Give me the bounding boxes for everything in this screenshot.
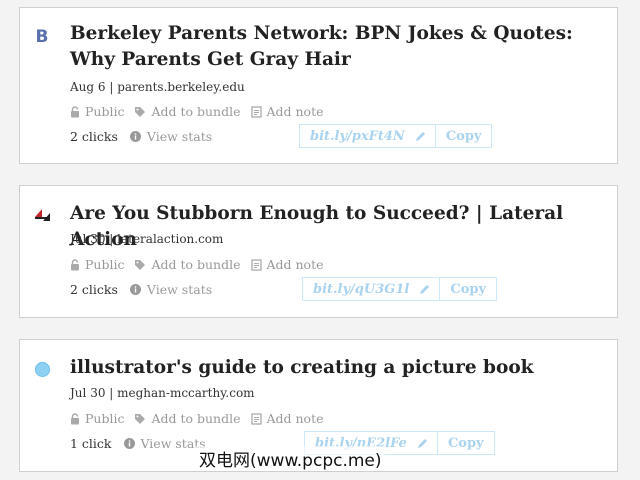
short-link-box: bit.ly/pxFt4N Copy [299,124,493,148]
bookmark-card: B Berkeley Parents Network: BPN Jokes & … [19,7,618,164]
click-count: 1 click [70,436,112,451]
note-icon [250,258,262,271]
bookmark-actions: Public Add to bundle Add note [70,411,324,426]
note-icon [250,105,262,118]
bookmark-meta: Jul 30 | meghan-mccarthy.com [70,386,255,400]
copy-button[interactable]: Copy [438,432,494,454]
pencil-icon[interactable] [415,131,426,142]
pencil-icon[interactable] [417,438,428,449]
stats-row: 1 click View stats [70,436,206,451]
view-stats-link[interactable]: View stats [129,282,213,297]
short-link-text: bit.ly/pxFt4N [310,128,405,144]
bookmark-actions: Public Add to bundle Add note [70,104,324,119]
add-to-bundle-button[interactable]: Add to bundle [134,411,241,426]
privacy-toggle[interactable]: Public [70,257,124,272]
privacy-toggle[interactable]: Public [70,411,124,426]
add-note-label: Add note [266,411,324,426]
lateral-action-logo-icon [34,207,50,223]
view-stats-label: View stats [146,282,213,297]
add-to-bundle-button[interactable]: Add to bundle [134,257,241,272]
short-link[interactable]: bit.ly/pxFt4N [300,125,436,147]
short-link-box: bit.ly/qU3G1l Copy [302,277,498,301]
add-note-label: Add note [266,104,324,119]
privacy-label: Public [85,411,125,426]
letter-b-icon: B [35,27,49,47]
privacy-label: Public [85,257,125,272]
add-note-button[interactable]: Add note [250,257,324,272]
note-icon [250,412,262,425]
privacy-label: Public [85,104,125,119]
privacy-toggle[interactable]: Public [70,104,124,119]
tag-icon [135,259,146,270]
bookmark-meta: Jul 30 | lateralaction.com [70,232,224,246]
add-to-bundle-label: Add to bundle [151,411,241,426]
tag-icon [135,413,146,424]
short-link[interactable]: bit.ly/qU3G1l [303,278,441,300]
add-to-bundle-button[interactable]: Add to bundle [134,104,241,119]
view-stats-link[interactable]: View stats [123,436,206,451]
click-count: 2 clicks [70,282,118,297]
stats-row: 2 clicks View stats [70,282,212,297]
bookmark-actions: Public Add to bundle Add note [70,257,324,272]
tag-icon [135,106,146,117]
short-link-text: bit.ly/qU3G1l [313,281,410,297]
pencil-icon[interactable] [419,284,430,295]
copy-button[interactable]: Copy [440,278,496,300]
info-icon [123,438,135,449]
add-to-bundle-label: Add to bundle [151,257,241,272]
info-icon [129,284,141,295]
copy-button[interactable]: Copy [436,125,492,147]
add-to-bundle-label: Add to bundle [151,104,241,119]
bookmark-meta: Aug 6 | parents.berkeley.edu [70,80,245,94]
add-note-button[interactable]: Add note [250,104,324,119]
bookmark-title[interactable]: illustrator's guide to creating a pictur… [70,355,587,381]
bookmark-card: Are You Stubborn Enough to Succeed? | La… [19,185,618,318]
click-count: 2 clicks [70,129,118,144]
view-stats-link[interactable]: View stats [129,129,213,144]
lock-icon [71,412,79,424]
watermark: 双电网(www.pcpc.me) [196,446,385,471]
add-note-label: Add note [266,257,324,272]
bookmark-title[interactable]: Berkeley Parents Network: BPN Jokes & Qu… [70,21,587,73]
view-stats-label: View stats [146,129,213,144]
lock-icon [71,258,79,270]
stats-row: 2 clicks View stats [70,129,212,144]
blue-circle-icon [34,361,50,377]
add-note-button[interactable]: Add note [250,411,324,426]
info-icon [129,131,141,142]
lock-icon [71,105,79,117]
